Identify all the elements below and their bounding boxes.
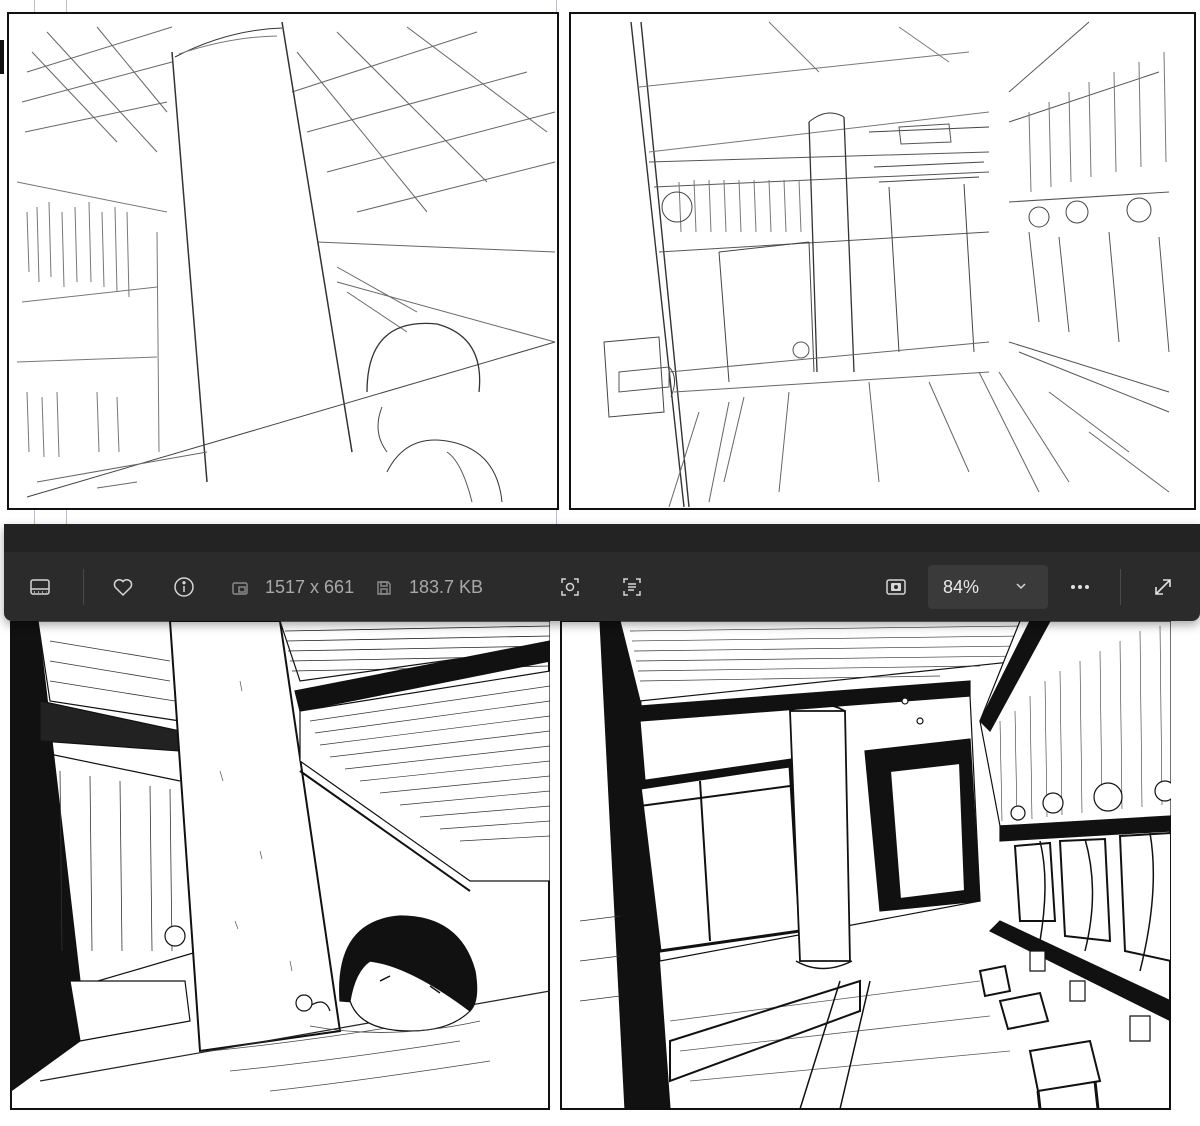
chevron-down-icon	[1016, 583, 1026, 590]
fullscreen-icon[interactable]	[1145, 569, 1181, 605]
sketch-panel-left	[7, 12, 559, 510]
inked-panel-left	[10, 621, 550, 1110]
toolbar-divider	[83, 569, 84, 605]
fit-to-window-icon[interactable]	[878, 569, 914, 605]
zoom-level: 84%	[943, 576, 980, 597]
save-disk-icon	[374, 578, 394, 598]
image-dimensions-icon	[230, 578, 250, 598]
toolbar-topband	[4, 524, 1200, 552]
file-size: 183.7 KB	[409, 577, 484, 597]
inked-panel-right	[560, 621, 1171, 1110]
toolbar-divider	[1120, 569, 1121, 605]
zoom-dropdown[interactable]: 84%	[928, 565, 1048, 609]
filmstrip-icon[interactable]	[22, 569, 58, 605]
more-options-icon[interactable]	[1062, 569, 1098, 605]
heart-icon[interactable]	[105, 569, 141, 605]
visual-search-icon[interactable]	[552, 569, 588, 605]
text-recognition-icon[interactable]	[614, 569, 650, 605]
sketch-panel-right	[569, 12, 1196, 510]
image-dimensions: 1517 x 661	[265, 577, 355, 597]
edge-mark	[0, 40, 4, 74]
info-icon[interactable]	[166, 569, 202, 605]
